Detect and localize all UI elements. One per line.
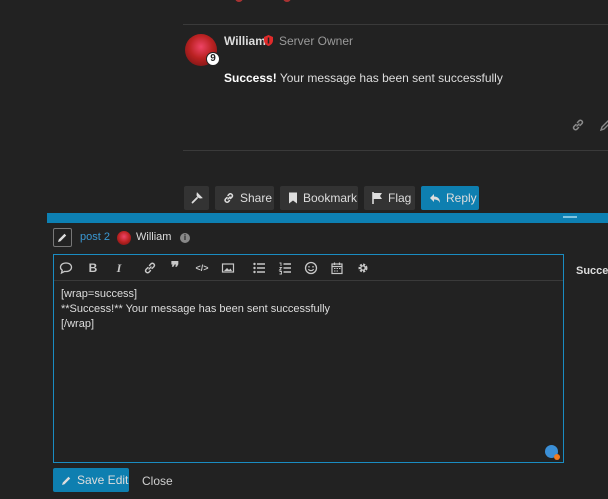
save-edit-button[interactable]: Save Edit: [53, 468, 129, 492]
composer-grip[interactable]: [563, 216, 577, 218]
composer-editor[interactable]: B I ❞ </> [wrap=success] **Success!** Yo…: [53, 254, 564, 463]
composer-resize-bar[interactable]: [47, 213, 608, 223]
post-body-text: Your message has been sent successfully: [276, 71, 503, 85]
close-button[interactable]: Close: [142, 474, 173, 488]
pencil-icon: [62, 476, 71, 485]
image-icon[interactable]: [221, 261, 235, 275]
flag-icon: [372, 192, 382, 204]
user-title: Server Owner: [279, 34, 354, 48]
wrench-icon: [191, 192, 203, 204]
reply-post-link[interactable]: post 2: [80, 231, 110, 243]
editor-textarea[interactable]: [wrap=success] **Success!** Your message…: [61, 287, 330, 332]
bookmark-icon: [289, 192, 297, 204]
quote-icon[interactable]: [59, 261, 73, 275]
grammar-check-icon[interactable]: [545, 445, 560, 460]
bookmark-label: Bookmark: [303, 191, 358, 205]
shield-icon: [264, 35, 273, 46]
reply-button[interactable]: Reply: [421, 186, 479, 210]
numbered-list-icon[interactable]: [278, 261, 292, 275]
reply-username[interactable]: William: [136, 231, 171, 243]
editor-toolbar: B I ❞ </>: [54, 255, 563, 281]
post-username[interactable]: William: [224, 34, 266, 48]
share-button[interactable]: Share: [215, 186, 274, 210]
reaction-icon: [283, 0, 291, 2]
edit-pencil-icon[interactable]: [599, 118, 608, 132]
admin-wrench-button[interactable]: [184, 186, 209, 210]
info-icon[interactable]: i: [180, 233, 190, 243]
blockquote-icon[interactable]: ❞: [168, 260, 182, 277]
date-icon[interactable]: [330, 261, 344, 275]
post-body: Success! Your message has been sent succ…: [224, 71, 503, 85]
previous-post-remnant: [183, 0, 608, 25]
italic-icon[interactable]: I: [112, 261, 126, 275]
avatar: [117, 231, 131, 245]
options-gear-icon[interactable]: [356, 261, 370, 275]
divider: [183, 150, 608, 151]
share-label: Share: [240, 191, 273, 205]
link-icon[interactable]: [571, 118, 585, 132]
link-icon: [224, 193, 234, 203]
code-icon[interactable]: </>: [195, 261, 209, 275]
reaction-icon: [235, 0, 243, 2]
link-icon[interactable]: [143, 261, 157, 275]
bullet-list-icon[interactable]: [252, 261, 266, 275]
pencil-icon: [58, 233, 67, 242]
edit-action-icon[interactable]: [53, 228, 72, 247]
flag-button[interactable]: Flag: [364, 186, 415, 210]
emoji-icon[interactable]: [304, 261, 318, 275]
save-edit-label: Save Edit: [77, 473, 129, 487]
reply-icon: [430, 194, 440, 203]
flag-label: Flag: [388, 191, 412, 205]
bookmark-button[interactable]: Bookmark: [280, 186, 358, 210]
preview-text: Success!: [576, 265, 608, 277]
user-flair-badge: 9: [206, 52, 220, 66]
bold-icon[interactable]: B: [86, 261, 100, 275]
reply-label: Reply: [446, 191, 477, 205]
post-body-bold: Success!: [224, 71, 277, 85]
